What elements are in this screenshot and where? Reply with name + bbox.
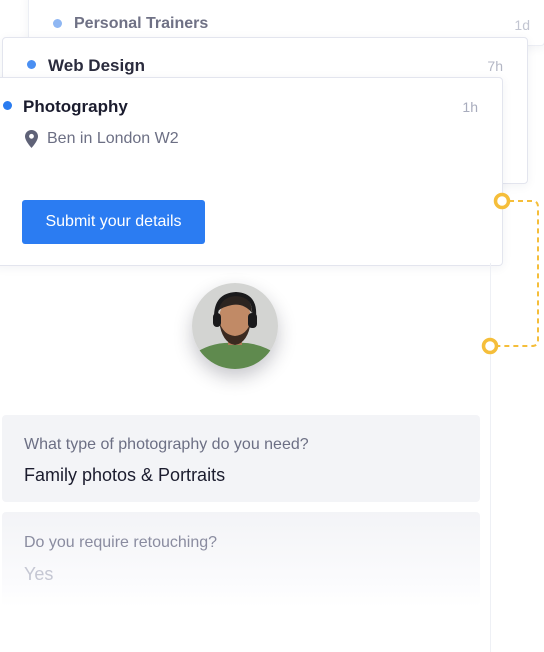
timeline-connector [481, 192, 539, 355]
card-title: Personal Trainers [74, 15, 209, 32]
card-time: 1d [514, 17, 530, 33]
card-title: Web Design [48, 56, 145, 75]
question-block: Do you require retouching? Yes [2, 512, 480, 607]
question-answer: Family photos & Portraits [24, 465, 226, 485]
status-dot [3, 101, 12, 110]
status-dot [27, 60, 36, 69]
submit-details-button[interactable]: Submit your details [22, 200, 205, 244]
status-dot [53, 19, 62, 28]
question-label: What type of photography do you need? [24, 436, 309, 453]
question-block: What type of photography do you need? Fa… [2, 415, 480, 502]
card-time: 1h [462, 99, 478, 115]
request-card-photography[interactable]: Photography 1h Ben in London W2 Submit y… [0, 77, 503, 266]
question-label: Do you require retouching? [24, 534, 218, 551]
connector-node-bottom [481, 337, 499, 355]
card-title: Photography [23, 97, 128, 116]
location-text: Ben in London W2 [47, 130, 179, 147]
location-row: Ben in London W2 [25, 130, 179, 148]
connector-node-top [493, 192, 511, 210]
user-avatar [192, 283, 278, 369]
map-pin-icon [25, 130, 38, 148]
card-time: 7h [487, 58, 503, 74]
question-answer: Yes [24, 564, 54, 584]
